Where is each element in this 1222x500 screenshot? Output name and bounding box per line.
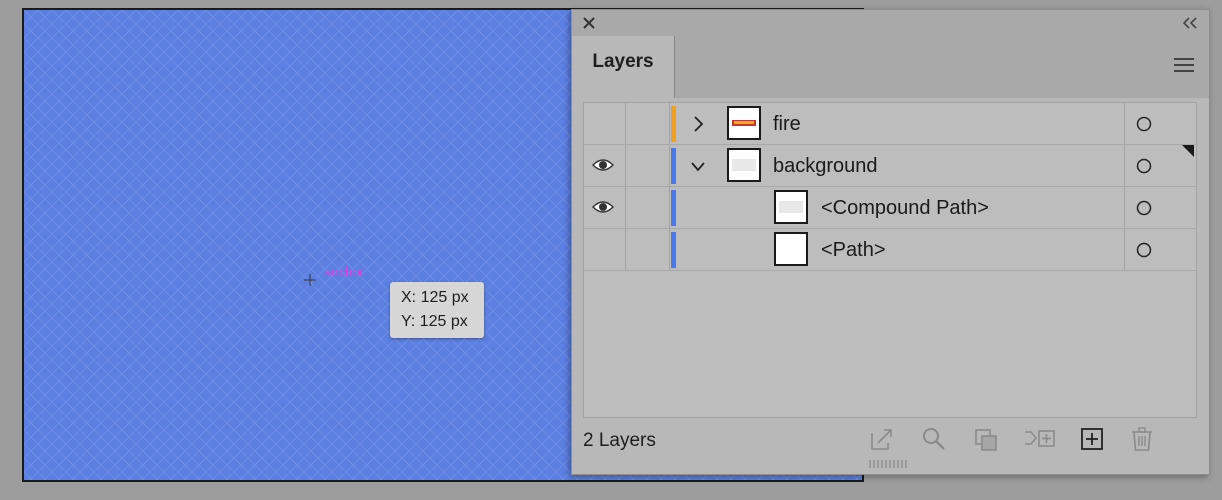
layer-color-bar xyxy=(671,148,676,184)
collect-for-export-icon[interactable] xyxy=(869,426,895,452)
tab-layers[interactable]: Layers xyxy=(572,36,675,98)
target-circle-icon[interactable] xyxy=(1136,242,1152,258)
layer-color-bar xyxy=(671,106,676,142)
eye-icon[interactable] xyxy=(592,197,614,217)
layers-list: fire background <Compound Path> <Path> xyxy=(583,102,1197,418)
collapse-panel-icon[interactable] xyxy=(1181,16,1199,30)
panel-menu-icon[interactable] xyxy=(1173,56,1195,74)
tooltip-y: Y: 125 px xyxy=(401,313,468,330)
layer-name[interactable]: <Compound Path> xyxy=(821,187,989,229)
selected-art-indicator xyxy=(1182,145,1194,157)
trash-icon[interactable] xyxy=(1129,426,1155,452)
background-thumbnail xyxy=(727,148,761,182)
layer-color-bar xyxy=(671,232,676,268)
eye-icon[interactable] xyxy=(592,155,614,175)
layer-row-path[interactable]: <Path> xyxy=(584,229,1196,271)
panel-title-bar xyxy=(572,10,1209,36)
target-circle-icon[interactable] xyxy=(1136,158,1152,174)
resize-grip-icon[interactable] xyxy=(868,460,908,468)
fire-thumbnail xyxy=(727,106,761,140)
chevron-down-icon[interactable] xyxy=(690,156,706,176)
layer-row-fire[interactable]: fire xyxy=(584,103,1196,145)
layer-name[interactable]: fire xyxy=(773,103,801,145)
fire-thumbnail-image xyxy=(732,120,756,126)
panel-tab-strip: Layers xyxy=(572,36,1209,98)
compound-path-thumbnail xyxy=(774,190,808,224)
lock-toggle[interactable] xyxy=(626,229,670,270)
compound-path-thumbnail-fill xyxy=(779,201,803,213)
anchor-point-icon xyxy=(304,274,316,286)
visibility-toggle[interactable] xyxy=(592,239,614,259)
layer-row-compound-path[interactable]: <Compound Path> xyxy=(584,187,1196,229)
layer-name[interactable]: <Path> xyxy=(821,229,886,271)
target-circle-icon[interactable] xyxy=(1136,200,1152,216)
locate-object-icon[interactable] xyxy=(921,426,947,452)
anchor-label: anchor xyxy=(324,264,364,279)
visibility-toggle[interactable] xyxy=(592,113,614,133)
coordinate-tooltip: X: 125 px Y: 125 px xyxy=(390,282,484,338)
new-layer-icon[interactable] xyxy=(1079,426,1105,452)
lock-toggle[interactable] xyxy=(626,103,670,144)
layers-panel: Layers fire background <Compound Path> <… xyxy=(571,9,1210,475)
layer-row-background[interactable]: background xyxy=(584,145,1196,187)
background-thumbnail-fill xyxy=(732,159,756,171)
create-sublayer-icon[interactable] xyxy=(1023,426,1057,452)
path-thumbnail xyxy=(774,232,808,266)
layer-name[interactable]: background xyxy=(773,145,878,187)
lock-toggle[interactable] xyxy=(626,187,670,228)
target-circle-icon[interactable] xyxy=(1136,116,1152,132)
layer-color-bar xyxy=(671,190,676,226)
close-icon[interactable] xyxy=(580,14,598,32)
lock-toggle[interactable] xyxy=(626,145,670,186)
chevron-right-icon[interactable] xyxy=(690,114,706,134)
tooltip-x: X: 125 px xyxy=(401,289,469,306)
make-clipping-mask-icon[interactable] xyxy=(973,426,999,452)
layer-count: 2 Layers xyxy=(583,430,656,451)
